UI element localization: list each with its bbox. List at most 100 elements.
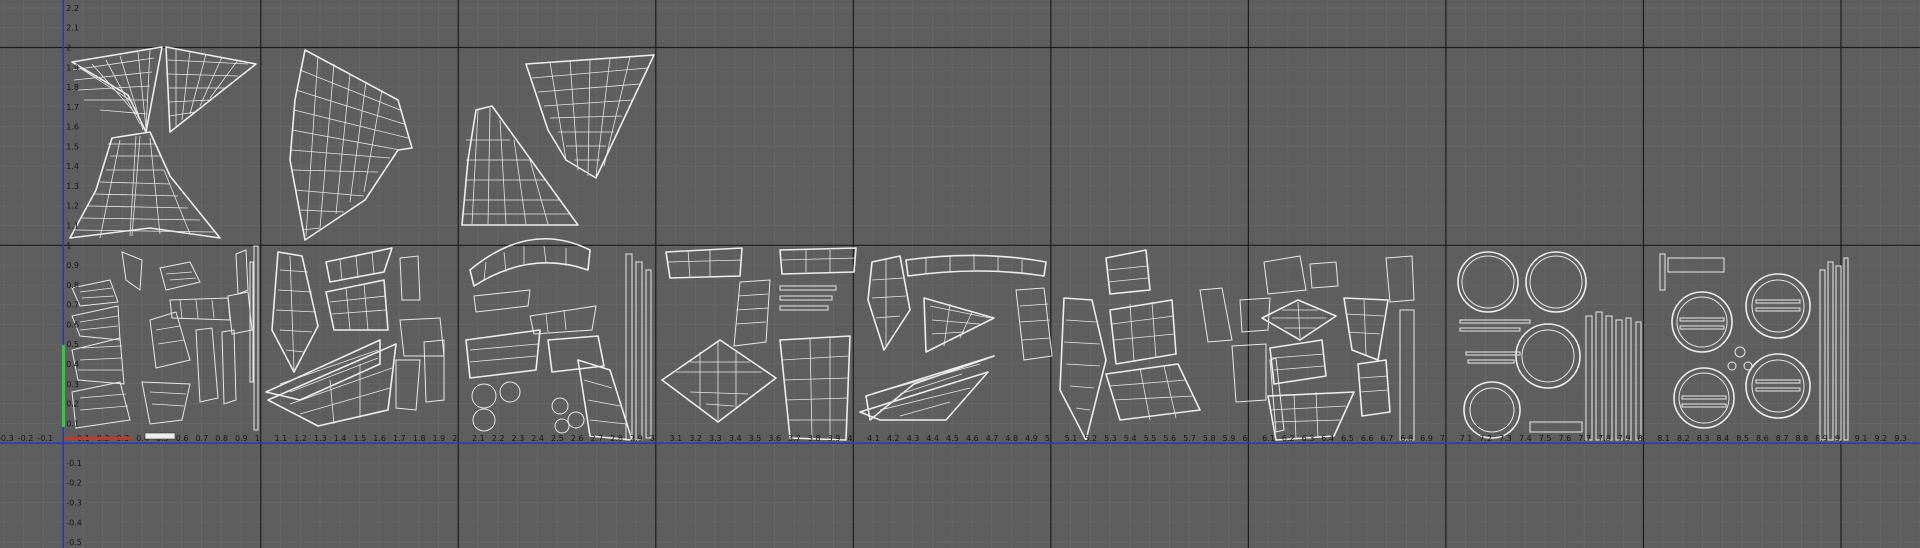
- u-tick-label: 9: [1835, 434, 1840, 443]
- u-tick-label: 1.8: [413, 434, 426, 443]
- u-tick-label: 8.5: [1736, 434, 1749, 443]
- u-tick-label: 5.1: [1065, 434, 1078, 443]
- v-tick-label: 1.4: [66, 162, 79, 171]
- u-tick-label: 1.4: [334, 434, 347, 443]
- viewport-background: [0, 0, 1920, 548]
- v-tick-label: -0.1: [66, 459, 82, 468]
- u-tick-label: 2.8: [610, 434, 623, 443]
- v-tick-label: 2: [66, 43, 71, 52]
- u-tick-label: -0.3: [0, 434, 14, 443]
- u-tick-label: 7.8: [1598, 434, 1611, 443]
- u-tick-label: 5.8: [1203, 434, 1216, 443]
- u-tick-label: 7: [1440, 434, 1445, 443]
- u-tick-label: 8.4: [1716, 434, 1729, 443]
- u-tick-label: 2: [452, 434, 457, 443]
- u-tick-label: 4.3: [907, 434, 920, 443]
- u-tick-label: 8.6: [1756, 434, 1769, 443]
- uv-origin-marker: [144, 432, 176, 440]
- v-tick-label: 0.5: [66, 340, 79, 349]
- u-tick-label: 4.9: [1025, 434, 1038, 443]
- v-tick-label: 1.3: [66, 182, 79, 191]
- u-tick-label: 7.4: [1519, 434, 1532, 443]
- u-tick-label: 6.2: [1282, 434, 1295, 443]
- u-tick-label: 8.8: [1795, 434, 1808, 443]
- u-tick-label: -0.1: [37, 434, 53, 443]
- u-tick-label: 1.9: [433, 434, 446, 443]
- u-tick-label: 1.6: [373, 434, 386, 443]
- u-tick-label: 5.4: [1124, 434, 1137, 443]
- u-tick-label: 4.1: [867, 434, 880, 443]
- u-tick-label: 9.1: [1855, 434, 1868, 443]
- v-tick-label: 2.1: [66, 24, 79, 33]
- u-tick-label: 8.7: [1776, 434, 1789, 443]
- v-tick-label: 0.3: [66, 380, 79, 389]
- u-tick-label: 9.3: [1894, 434, 1907, 443]
- v-tick-label: 1.1: [66, 222, 79, 231]
- u-tick-label: 2.7: [591, 434, 604, 443]
- u-tick-label: 5.6: [1163, 434, 1176, 443]
- v-tick-label: 1.6: [66, 123, 79, 132]
- u-tick-label: 8: [1637, 434, 1642, 443]
- u-tick-label: 3.8: [808, 434, 821, 443]
- u-tick-label: 5.2: [1084, 434, 1097, 443]
- u-tick-label: 2.3: [512, 434, 525, 443]
- u-axis-marker: [64, 437, 132, 440]
- u-tick-label: 5.3: [1104, 434, 1117, 443]
- u-tick-label: 6.4: [1321, 434, 1334, 443]
- u-tick-label: 1.3: [314, 434, 327, 443]
- u-tick-label: 1.1: [274, 434, 287, 443]
- u-tick-label: 7.6: [1558, 434, 1571, 443]
- v-tick-label: 1: [66, 241, 71, 250]
- v-tick-label: 0.8: [66, 281, 79, 290]
- u-tick-label: 2.6: [571, 434, 584, 443]
- v-tick-label: 1.5: [66, 142, 79, 151]
- u-tick-label: 0.6: [176, 434, 189, 443]
- u-tick-label: 1: [255, 434, 260, 443]
- v-tick-label: 0.1: [66, 419, 79, 428]
- u-tick-label: 2.1: [472, 434, 485, 443]
- v-tick-label: -0.2: [66, 479, 82, 488]
- u-tick-label: 0.7: [195, 434, 208, 443]
- u-tick-label: 3: [650, 434, 655, 443]
- u-tick-label: 8.2: [1677, 434, 1690, 443]
- u-tick-label: 6.7: [1381, 434, 1394, 443]
- u-tick-label: 2.4: [531, 434, 544, 443]
- v-tick-label: 0.4: [66, 360, 79, 369]
- u-tick-label: 7.3: [1499, 434, 1512, 443]
- u-tick-label: 8.3: [1697, 434, 1710, 443]
- u-tick-label: 6.3: [1302, 434, 1315, 443]
- u-tick-label: 4.5: [946, 434, 959, 443]
- u-tick-label: 4.2: [887, 434, 900, 443]
- u-tick-label: 8.1: [1657, 434, 1670, 443]
- v-tick-label: 0.2: [66, 400, 79, 409]
- u-tick-label: 5: [1045, 434, 1050, 443]
- u-tick-label: 0.8: [215, 434, 228, 443]
- v-tick-label: 0.7: [66, 301, 79, 310]
- v-tick-label: 2.2: [66, 4, 79, 13]
- u-tick-label: 3.9: [828, 434, 841, 443]
- u-tick-label: 6.1: [1262, 434, 1275, 443]
- u-tick-label: 1.5: [354, 434, 367, 443]
- v-tick-label: -0.3: [66, 498, 82, 507]
- u-tick-label: 0.9: [235, 434, 248, 443]
- v-tick-label: 1.8: [66, 83, 79, 92]
- u-tick-label: 2.5: [551, 434, 564, 443]
- u-tick-label: 7.9: [1618, 434, 1631, 443]
- u-tick-label: 1.7: [393, 434, 406, 443]
- u-tick-label: 2.2: [492, 434, 505, 443]
- u-tick-label: 5.7: [1183, 434, 1196, 443]
- u-tick-label: 9.2: [1874, 434, 1887, 443]
- v-tick-label: 1.2: [66, 202, 79, 211]
- u-tick-label: 1.2: [294, 434, 307, 443]
- u-tick-label: 7.7: [1578, 434, 1591, 443]
- u-tick-label: 6.8: [1400, 434, 1413, 443]
- u-tick-label: 6.6: [1361, 434, 1374, 443]
- v-tick-label: 1.7: [66, 103, 79, 112]
- u-tick-label: 3.2: [689, 434, 702, 443]
- u-tick-label: 7.5: [1539, 434, 1552, 443]
- u-tick-label: 6.5: [1341, 434, 1354, 443]
- uv-editor-viewport[interactable]: -0.3 -0.2 -0.1 0.1 0.2 0.3 0.4 0.5 0.6 0.7 0.8 0.9 1…: [0, 0, 1920, 548]
- u-tick-label: 3.6: [768, 434, 781, 443]
- v-axis-marker: [62, 345, 65, 427]
- u-tick-label: 3.7: [788, 434, 801, 443]
